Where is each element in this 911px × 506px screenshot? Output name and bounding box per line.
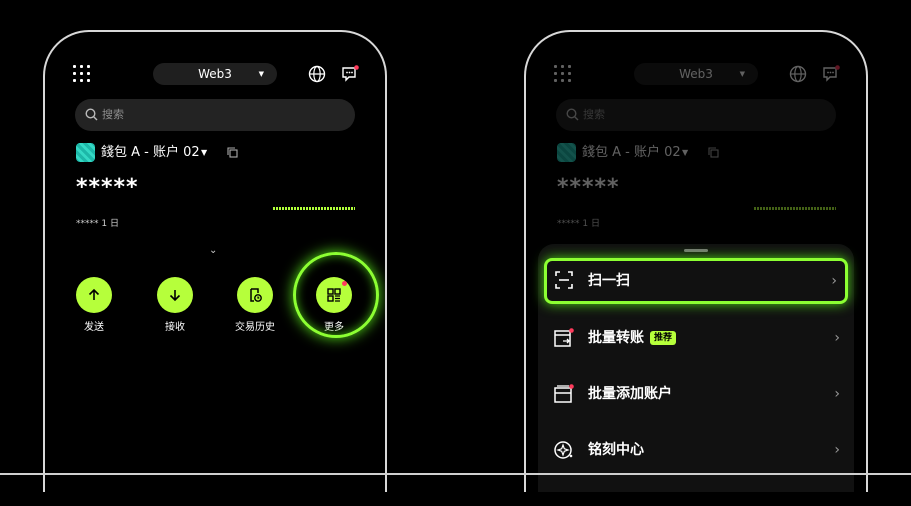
sheet-handle[interactable] [684,249,708,252]
search-input: 搜索 [556,99,836,131]
wallet-name: 錢包 A - 账户 02 [582,145,681,160]
globe-icon [789,65,807,83]
history-label: 交易历史 [235,322,275,333]
chevron-right-icon: › [834,386,840,402]
chevron-right-icon: › [834,442,840,458]
caret-down-icon: ▼ [258,70,264,78]
caret-down-icon: ▼ [201,148,208,157]
top-bar: Web3 ▼ [526,59,866,89]
search-icon [85,108,98,121]
balance-change: ***** 1 日 [557,219,600,229]
menu-item-label: 批量转账 推荐 [588,314,677,362]
balance-change: ***** 1 日 [76,219,119,229]
network-selector[interactable]: Web3 ▼ [153,63,277,85]
receive-button[interactable]: 接收 [145,277,205,333]
receive-label: 接收 [165,322,185,333]
phone-frame-left: Web3 ▼ 搜索 錢包 A - 账户 02 ▼ ***** ***** 1 日… [43,30,387,492]
caret-down-icon: ▼ [682,148,689,157]
batch-add-account-icon [554,384,574,403]
chevron-down-icon[interactable]: ⌄ [209,245,217,256]
arrow-up-icon [76,277,112,313]
batch-transfer-icon [554,328,574,347]
recommended-badge: 推荐 [650,331,677,345]
globe-icon[interactable] [308,65,326,83]
more-bottom-sheet: 扫一扫 › 批量转账 推荐 › 批量添加账户 › 铭刻中心 › [538,244,854,492]
history-button[interactable]: 交易历史 [225,277,285,333]
message-icon [823,65,840,82]
highlight-ring [293,252,379,338]
send-label: 发送 [84,322,104,333]
search-icon [566,108,579,121]
history-icon [237,277,273,313]
apps-grid-icon [554,65,572,83]
menu-item-label: 批量添加账户 [588,386,672,402]
chevron-right-icon: › [834,330,840,346]
menu-item-label: 铭刻中心 [588,442,644,458]
network-label: Web3 [198,67,232,81]
menu-item-inscription[interactable]: 铭刻中心 › [538,426,854,474]
balance-masked: ***** [76,175,139,200]
copy-icon [708,147,719,158]
chevron-right-icon: › [831,273,837,289]
network-selector: Web3 ▼ [634,63,758,85]
menu-item-scan[interactable]: 扫一扫 › [544,258,848,304]
menu-item-label: 扫一扫 [588,273,630,289]
sparkline [273,207,355,210]
balance-masked: ***** [557,175,620,200]
batch-transfer-label: 批量转账 [588,330,644,346]
send-button[interactable]: 发送 [64,277,124,333]
arrow-down-icon [157,277,193,313]
sparkline [754,207,836,210]
network-label: Web3 [679,67,713,81]
top-bar: Web3 ▼ [45,59,385,89]
search-input[interactable]: 搜索 [75,99,355,131]
menu-item-batch-add-account[interactable]: 批量添加账户 › [538,370,854,418]
message-icon[interactable] [340,64,360,84]
caret-down-icon: ▼ [739,70,745,78]
search-placeholder: 搜索 [583,108,605,121]
search-placeholder: 搜索 [102,108,124,121]
wallet-avatar [557,143,576,162]
copy-icon[interactable] [227,147,238,158]
wallet-name: 錢包 A - 账户 02 [101,145,200,160]
scan-icon [555,271,573,289]
phone-frame-right: Web3 ▼ 搜索 錢包 A - 账户 02 ▼ ***** ***** 1 日… [524,30,868,492]
apps-grid-icon[interactable] [73,65,91,83]
divider-line [0,473,911,475]
inscription-icon [554,441,573,459]
menu-item-batch-transfer[interactable]: 批量转账 推荐 › [538,314,854,362]
wallet-avatar [76,143,95,162]
